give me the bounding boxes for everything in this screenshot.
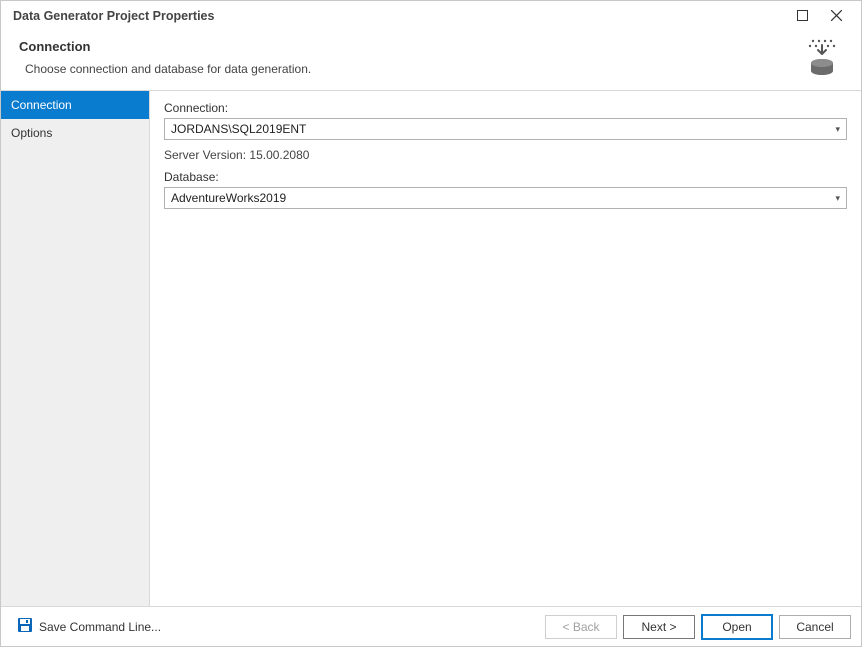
window-title: Data Generator Project Properties: [13, 9, 785, 23]
body: Connection Options Connection: JORDANS\S…: [1, 91, 861, 606]
titlebar: Data Generator Project Properties: [1, 1, 861, 31]
footer: Save Command Line... < Back Next > Open …: [1, 606, 861, 646]
database-value: AdventureWorks2019: [171, 191, 835, 205]
close-button[interactable]: [819, 4, 853, 28]
save-command-line-button[interactable]: Save Command Line...: [11, 613, 167, 640]
connection-combobox[interactable]: JORDANS\SQL2019ENT ▾: [164, 118, 847, 140]
back-button: < Back: [545, 615, 617, 639]
database-combobox[interactable]: AdventureWorks2019 ▾: [164, 187, 847, 209]
data-generator-icon: [803, 37, 843, 77]
sidebar-item-connection[interactable]: Connection: [1, 91, 149, 119]
main-panel: Connection: JORDANS\SQL2019ENT ▾ Server …: [150, 91, 861, 606]
server-version-label: Server Version:: [164, 148, 246, 162]
maximize-icon: [797, 9, 808, 24]
header-subtitle: Choose connection and database for data …: [19, 62, 843, 76]
sidebar: Connection Options: [1, 91, 150, 606]
cancel-button[interactable]: Cancel: [779, 615, 851, 639]
connection-value: JORDANS\SQL2019ENT: [171, 122, 835, 136]
save-icon: [17, 617, 33, 636]
connection-label: Connection:: [164, 101, 847, 115]
next-button[interactable]: Next >: [623, 615, 695, 639]
server-version-value: 15.00.2080: [249, 148, 309, 162]
save-command-line-label: Save Command Line...: [39, 620, 161, 634]
header: Connection Choose connection and databas…: [1, 31, 861, 91]
chevron-down-icon: ▾: [835, 193, 840, 204]
sidebar-item-label: Options: [11, 126, 52, 140]
chevron-down-icon: ▾: [835, 124, 840, 135]
database-label: Database:: [164, 170, 847, 184]
server-version: Server Version: 15.00.2080: [164, 148, 847, 162]
header-title: Connection: [19, 39, 843, 54]
sidebar-item-options[interactable]: Options: [1, 119, 149, 147]
dialog-window: Data Generator Project Properties Connec…: [0, 0, 862, 647]
open-button[interactable]: Open: [701, 614, 773, 640]
close-icon: [831, 9, 842, 24]
maximize-button[interactable]: [785, 4, 819, 28]
sidebar-item-label: Connection: [11, 98, 72, 112]
